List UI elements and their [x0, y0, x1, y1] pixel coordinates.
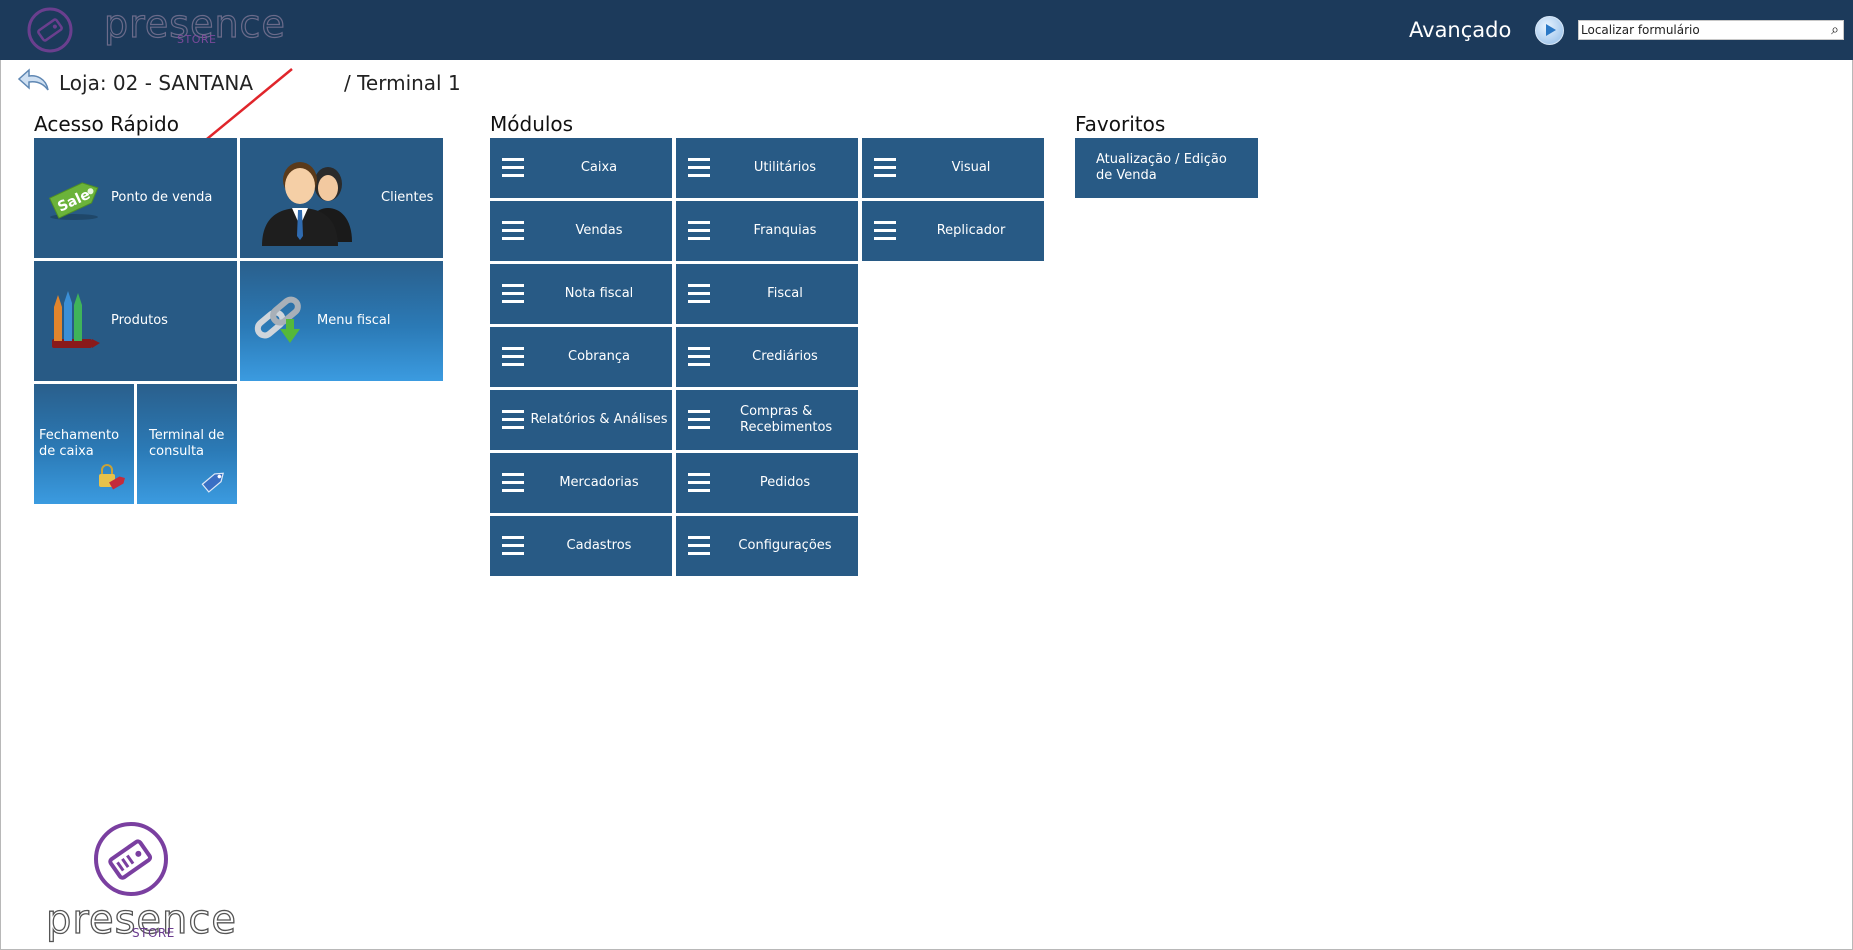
- tile-terminal-de-consulta[interactable]: Terminal de consulta: [137, 384, 237, 504]
- play-icon[interactable]: [1535, 16, 1564, 45]
- menu-icon: [502, 221, 524, 245]
- module-relatorios-analises[interactable]: Relatórios & Análises: [490, 390, 672, 450]
- module-mercadorias[interactable]: Mercadorias: [490, 453, 672, 513]
- tile-label: Terminal de consulta: [149, 428, 225, 459]
- tile-label: Produtos: [111, 313, 168, 328]
- module-configuracoes[interactable]: Configurações: [676, 516, 858, 576]
- footer-logo: presence STORE: [45, 820, 237, 945]
- modules-title: Módulos: [490, 112, 574, 136]
- favorite-item[interactable]: Atualização / Edição de Venda: [1075, 138, 1258, 198]
- top-header: presence STORE Avançado ⌕: [0, 0, 1853, 60]
- module-pedidos[interactable]: Pedidos: [676, 453, 858, 513]
- back-arrow-icon[interactable]: [18, 68, 52, 94]
- menu-icon: [874, 221, 896, 245]
- menu-icon: [688, 221, 710, 245]
- module-replicador[interactable]: Replicador: [862, 201, 1044, 261]
- people-icon: [262, 162, 352, 246]
- price-tag-icon: [201, 472, 224, 493]
- search-field[interactable]: ⌕: [1578, 20, 1844, 40]
- menu-icon: [502, 284, 524, 308]
- presence-logo-icon: [94, 822, 168, 896]
- tile-menu-fiscal[interactable]: Menu fiscal: [240, 261, 443, 381]
- menu-icon: [688, 410, 710, 434]
- module-nota-fiscal[interactable]: Nota fiscal: [490, 264, 672, 324]
- lock-tag-icon: [99, 464, 125, 490]
- breadcrumb-terminal: / Terminal 1: [344, 71, 461, 95]
- module-visual[interactable]: Visual: [862, 138, 1044, 198]
- module-compras-recebimentos[interactable]: Compras & Recebimentos: [676, 390, 858, 450]
- module-vendas[interactable]: Vendas: [490, 201, 672, 261]
- menu-icon: [502, 347, 524, 371]
- logo-store-label: STORE: [177, 33, 217, 46]
- module-cobranca[interactable]: Cobrança: [490, 327, 672, 387]
- advanced-link[interactable]: Avançado: [1409, 18, 1511, 42]
- module-caixa[interactable]: Caixa: [490, 138, 672, 198]
- favorites-title: Favoritos: [1075, 112, 1166, 136]
- menu-icon: [874, 158, 896, 182]
- search-icon[interactable]: ⌕: [1831, 22, 1839, 38]
- menu-icon: [688, 158, 710, 182]
- menu-icon: [688, 473, 710, 497]
- presence-logo-icon: [27, 7, 73, 53]
- module-fiscal[interactable]: Fiscal: [676, 264, 858, 324]
- tile-label: Fechamento de caixa: [39, 428, 120, 459]
- menu-icon: [688, 347, 710, 371]
- menu-icon: [688, 284, 710, 308]
- footer-logo-store: STORE: [132, 926, 175, 940]
- tile-label: Ponto de venda: [111, 190, 213, 205]
- search-input[interactable]: [1581, 21, 1817, 39]
- chain-download-icon: [254, 296, 301, 343]
- tile-produtos[interactable]: Produtos: [34, 261, 237, 381]
- menu-icon: [502, 158, 524, 182]
- tile-label: Menu fiscal: [317, 313, 391, 328]
- crayons-icon: [52, 291, 100, 348]
- menu-icon: [688, 536, 710, 560]
- module-franquias[interactable]: Franquias: [676, 201, 858, 261]
- menu-icon: [502, 473, 524, 497]
- sale-tag-icon: Sale: [48, 182, 99, 220]
- tile-ponto-de-venda[interactable]: Sale Ponto de venda: [34, 138, 237, 258]
- module-cadastros[interactable]: Cadastros: [490, 516, 672, 576]
- tile-fechamento-de-caixa[interactable]: Fechamento de caixa: [34, 384, 134, 504]
- tile-clientes[interactable]: Clientes: [240, 138, 443, 258]
- module-crediarios[interactable]: Crediários: [676, 327, 858, 387]
- quick-access-title: Acesso Rápido: [34, 112, 179, 136]
- tile-label: Clientes: [381, 190, 434, 205]
- menu-icon: [502, 410, 524, 434]
- module-utilitarios[interactable]: Utilitários: [676, 138, 858, 198]
- favorite-label: Atualização / Edição de Venda: [1096, 152, 1227, 183]
- menu-icon: [502, 536, 524, 560]
